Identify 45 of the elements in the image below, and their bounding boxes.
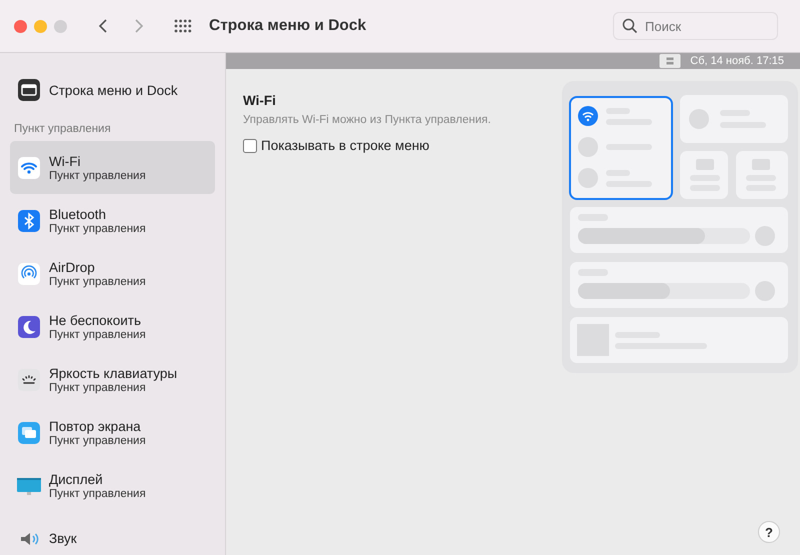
close-button[interactable]: [14, 20, 27, 32]
item-title: Звук: [49, 531, 77, 546]
help-button[interactable]: ?: [758, 521, 780, 543]
item-subtitle: Пункт управления: [49, 222, 146, 234]
item-title: Повтор экрана: [49, 418, 142, 434]
sidebar-item[interactable]: Wi-Fi Пункт управления: [10, 141, 215, 194]
back-icon[interactable]: [98, 18, 108, 34]
sidebar-item[interactable]: Дисплей Пункт управления: [10, 459, 215, 512]
bluetooth-icon: [17, 208, 41, 232]
airdrop-icon: [17, 262, 41, 286]
item-subtitle: Пункт управления: [49, 488, 146, 500]
item-subtitle: Пункт управления: [49, 434, 146, 446]
menu-bar-icon: [17, 78, 41, 102]
screen-mirroring-icon: [17, 420, 41, 444]
wifi-icon: [17, 156, 41, 180]
sidebar-item[interactable]: Повтор экрана Пункт управления: [10, 406, 215, 459]
moon-icon: [17, 314, 41, 338]
sidebar-item[interactable]: AirDrop Пункт управления: [10, 247, 215, 300]
item-subtitle: Пункт управления: [49, 328, 146, 340]
item-title: Яркость клавиатуры: [49, 366, 178, 380]
sidebar-item[interactable]: Яркость клавиатуры Пункт управления: [10, 353, 215, 406]
minimize-button[interactable]: [34, 20, 47, 32]
sidebar-item[interactable]: Не беспокоить Пункт управления: [10, 300, 215, 353]
sidebar-item[interactable]: Звук: [10, 512, 215, 555]
sidebar-item[interactable]: Строка меню и Dock: [10, 67, 215, 113]
search-field[interactable]: Поиск: [613, 12, 778, 40]
description-text: Управлять Wi-Fi можно из Пункта управления.: [243, 114, 492, 126]
item-title: Wi-Fi: [49, 154, 82, 168]
date-time: Сб, 14 нояб. 17:15: [690, 55, 784, 67]
item-title: Bluetooth: [49, 206, 108, 222]
item-title: Не беспокоить: [49, 312, 142, 328]
item-title: AirDrop: [49, 260, 96, 274]
keyboard-brightness-icon: [17, 368, 41, 392]
sidebar-item[interactable]: Bluetooth Пункт управления: [10, 194, 215, 247]
checkbox[interactable]: [243, 138, 257, 152]
forward-icon[interactable]: [134, 18, 144, 34]
section-heading: Пункт управления: [13, 122, 112, 137]
item-title: Дисплей: [49, 472, 104, 486]
item-subtitle: Пункт управления: [49, 382, 147, 394]
item-subtitle: Пункт управления: [49, 276, 146, 288]
window-title: Строка меню и Dock: [209, 17, 366, 35]
item-subtitle: Пункт управления: [49, 170, 146, 182]
grid-icon[interactable]: [174, 19, 192, 33]
section-title: Wi-Fi: [243, 93, 277, 108]
checkbox-label: Показывать в строке меню: [261, 138, 430, 153]
